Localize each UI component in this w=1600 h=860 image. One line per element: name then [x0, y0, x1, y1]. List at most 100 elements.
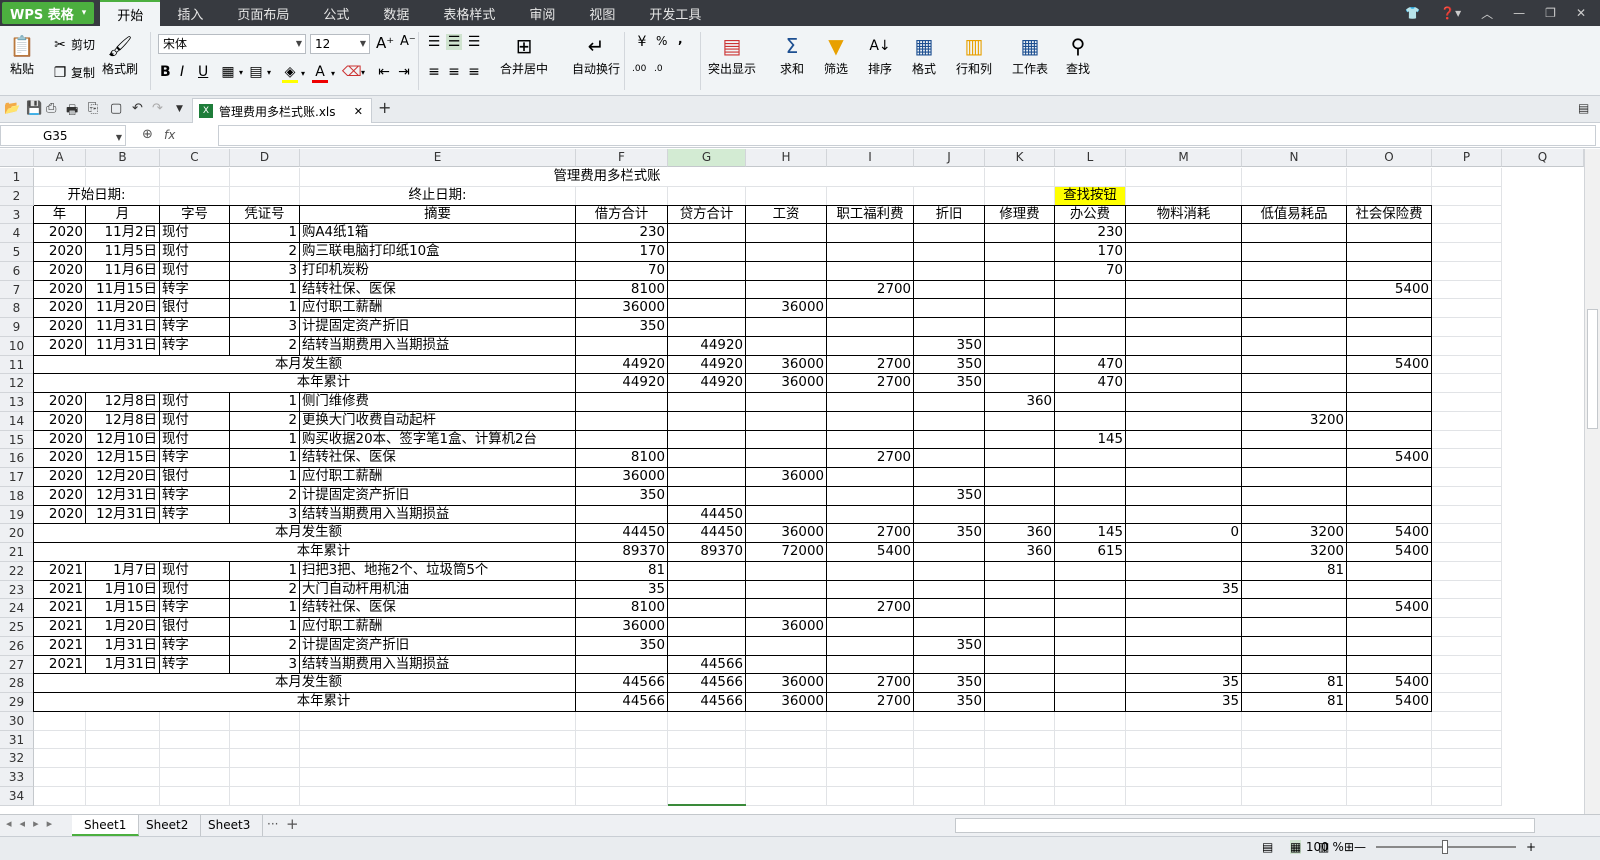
table-cell[interactable]: 5400 — [1347, 599, 1432, 618]
table-cell[interactable]: 36000 — [746, 468, 827, 487]
table-cell[interactable]: 转字 — [160, 599, 230, 618]
table-cell[interactable] — [827, 636, 914, 656]
grid-cell[interactable] — [230, 768, 300, 787]
grid-cell[interactable] — [668, 711, 746, 731]
summary-value[interactable]: 44450 — [576, 524, 668, 543]
increase-decimal-button[interactable]: .00 — [632, 64, 646, 74]
summary-value[interactable]: 36000 — [746, 374, 827, 393]
row-header-18[interactable]: 18 — [0, 486, 34, 506]
grid-cell[interactable] — [86, 786, 160, 806]
summary-value[interactable]: 350 — [914, 374, 985, 393]
grid-cell[interactable] — [1432, 749, 1502, 768]
align-middle-button[interactable]: ☰ — [446, 34, 462, 50]
summary-value[interactable]: 44920 — [668, 355, 746, 375]
table-cell[interactable]: 结转当期费用入当期损益 — [300, 505, 576, 525]
table-cell[interactable]: 银付 — [160, 299, 230, 318]
increase-font-button[interactable]: A⁺ — [376, 34, 394, 52]
table-cell[interactable] — [668, 393, 746, 412]
table-cell[interactable] — [668, 280, 746, 300]
table-cell[interactable] — [746, 336, 827, 356]
table-cell[interactable] — [827, 393, 914, 412]
align-left-button[interactable]: ≡ — [426, 64, 442, 80]
grid-cell[interactable] — [1432, 786, 1502, 806]
table-cell[interactable]: 2 — [230, 580, 300, 600]
table-cell[interactable]: 3 — [230, 655, 300, 675]
table-cell[interactable]: 11月20日 — [86, 299, 160, 318]
table-cell[interactable] — [746, 318, 827, 337]
grid-cell[interactable] — [1242, 186, 1347, 206]
table-cell[interactable] — [746, 449, 827, 468]
grid-cell[interactable] — [1126, 186, 1242, 206]
table-cell[interactable] — [1126, 261, 1242, 281]
table-cell[interactable]: 350 — [914, 636, 985, 656]
table-cell[interactable]: 2700 — [827, 280, 914, 300]
table-cell[interactable] — [1347, 486, 1432, 506]
menu-tab-3[interactable]: 公式 — [306, 0, 366, 26]
end-date-label[interactable]: 终止日期: — [300, 186, 576, 206]
table-cell[interactable] — [827, 655, 914, 675]
table-cell[interactable] — [914, 430, 985, 450]
summary-value[interactable]: 5400 — [1347, 674, 1432, 693]
row-header-4[interactable]: 4 — [0, 224, 34, 243]
row-header-14[interactable]: 14 — [0, 411, 34, 431]
grid-cell[interactable] — [230, 730, 300, 750]
more-sheets-icon[interactable]: ··· — [267, 817, 278, 831]
table-cell[interactable] — [1055, 486, 1126, 506]
table-cell[interactable] — [1055, 636, 1126, 656]
menu-tab-1[interactable]: 插入 — [160, 0, 220, 26]
print-icon[interactable]: 🖶 — [66, 101, 78, 123]
grid-cell[interactable] — [1432, 599, 1502, 618]
row-header-6[interactable]: 6 — [0, 261, 34, 281]
grid-cell[interactable] — [160, 730, 230, 750]
table-cell[interactable]: 1 — [230, 599, 300, 618]
table-cell[interactable] — [1347, 655, 1432, 675]
table-cell[interactable] — [1055, 505, 1126, 525]
table-cell[interactable]: 12月8日 — [86, 411, 160, 431]
column-header-Q[interactable]: Q — [1502, 149, 1584, 167]
table-cell[interactable] — [1242, 468, 1347, 487]
table-cell[interactable]: 1月15日 — [86, 599, 160, 618]
table-cell[interactable]: 44566 — [668, 655, 746, 675]
grid-cell[interactable] — [160, 768, 230, 787]
table-cell[interactable] — [1126, 505, 1242, 525]
table-cell[interactable] — [1242, 280, 1347, 300]
table-cell[interactable] — [827, 580, 914, 600]
table-cell[interactable] — [746, 411, 827, 431]
row-header-29[interactable]: 29 — [0, 693, 34, 712]
table-cell[interactable] — [914, 280, 985, 300]
menu-tab-5[interactable]: 表格样式 — [426, 0, 512, 26]
grid-cell[interactable] — [34, 768, 86, 787]
grid-cell[interactable] — [1347, 186, 1432, 206]
row-header-13[interactable]: 13 — [0, 393, 34, 412]
table-cell[interactable]: 应付职工薪酬 — [300, 618, 576, 637]
header-cell[interactable]: 摘要 — [300, 205, 576, 225]
table-cell[interactable] — [1126, 449, 1242, 468]
table-cell[interactable]: 结转社保、医保 — [300, 280, 576, 300]
table-cell[interactable]: 11月5日 — [86, 243, 160, 262]
grid-cell[interactable] — [300, 749, 576, 768]
table-cell[interactable] — [1055, 318, 1126, 337]
table-cell[interactable]: 2020 — [34, 280, 86, 300]
table-cell[interactable]: 计提固定资产折旧 — [300, 318, 576, 337]
column-header-J[interactable]: J — [914, 149, 985, 167]
grid-cell[interactable] — [1432, 618, 1502, 637]
table-cell[interactable] — [746, 599, 827, 618]
grid-cell[interactable] — [985, 711, 1055, 731]
table-cell[interactable] — [914, 299, 985, 318]
table-cell[interactable]: 计提固定资产折旧 — [300, 486, 576, 506]
header-cell[interactable]: 物料消耗 — [1126, 205, 1242, 225]
fill-color-button[interactable]: ◈ ▾ — [282, 64, 305, 83]
table-cell[interactable]: 转字 — [160, 336, 230, 356]
menu-tab-7[interactable]: 视图 — [572, 0, 632, 26]
table-cell[interactable]: 现付 — [160, 224, 230, 243]
table-cell[interactable]: 1 — [230, 449, 300, 468]
decrease-indent-button[interactable]: ⇤ — [376, 64, 392, 80]
table-cell[interactable] — [914, 655, 985, 675]
filter-button[interactable]: ▼ 筛选 — [822, 32, 850, 77]
table-cell[interactable]: 2020 — [34, 224, 86, 243]
grid-cell[interactable] — [985, 749, 1055, 768]
grid-cell[interactable] — [576, 749, 668, 768]
summary-value[interactable]: 72000 — [746, 543, 827, 562]
table-cell[interactable]: 现付 — [160, 261, 230, 281]
table-cell[interactable] — [668, 618, 746, 637]
